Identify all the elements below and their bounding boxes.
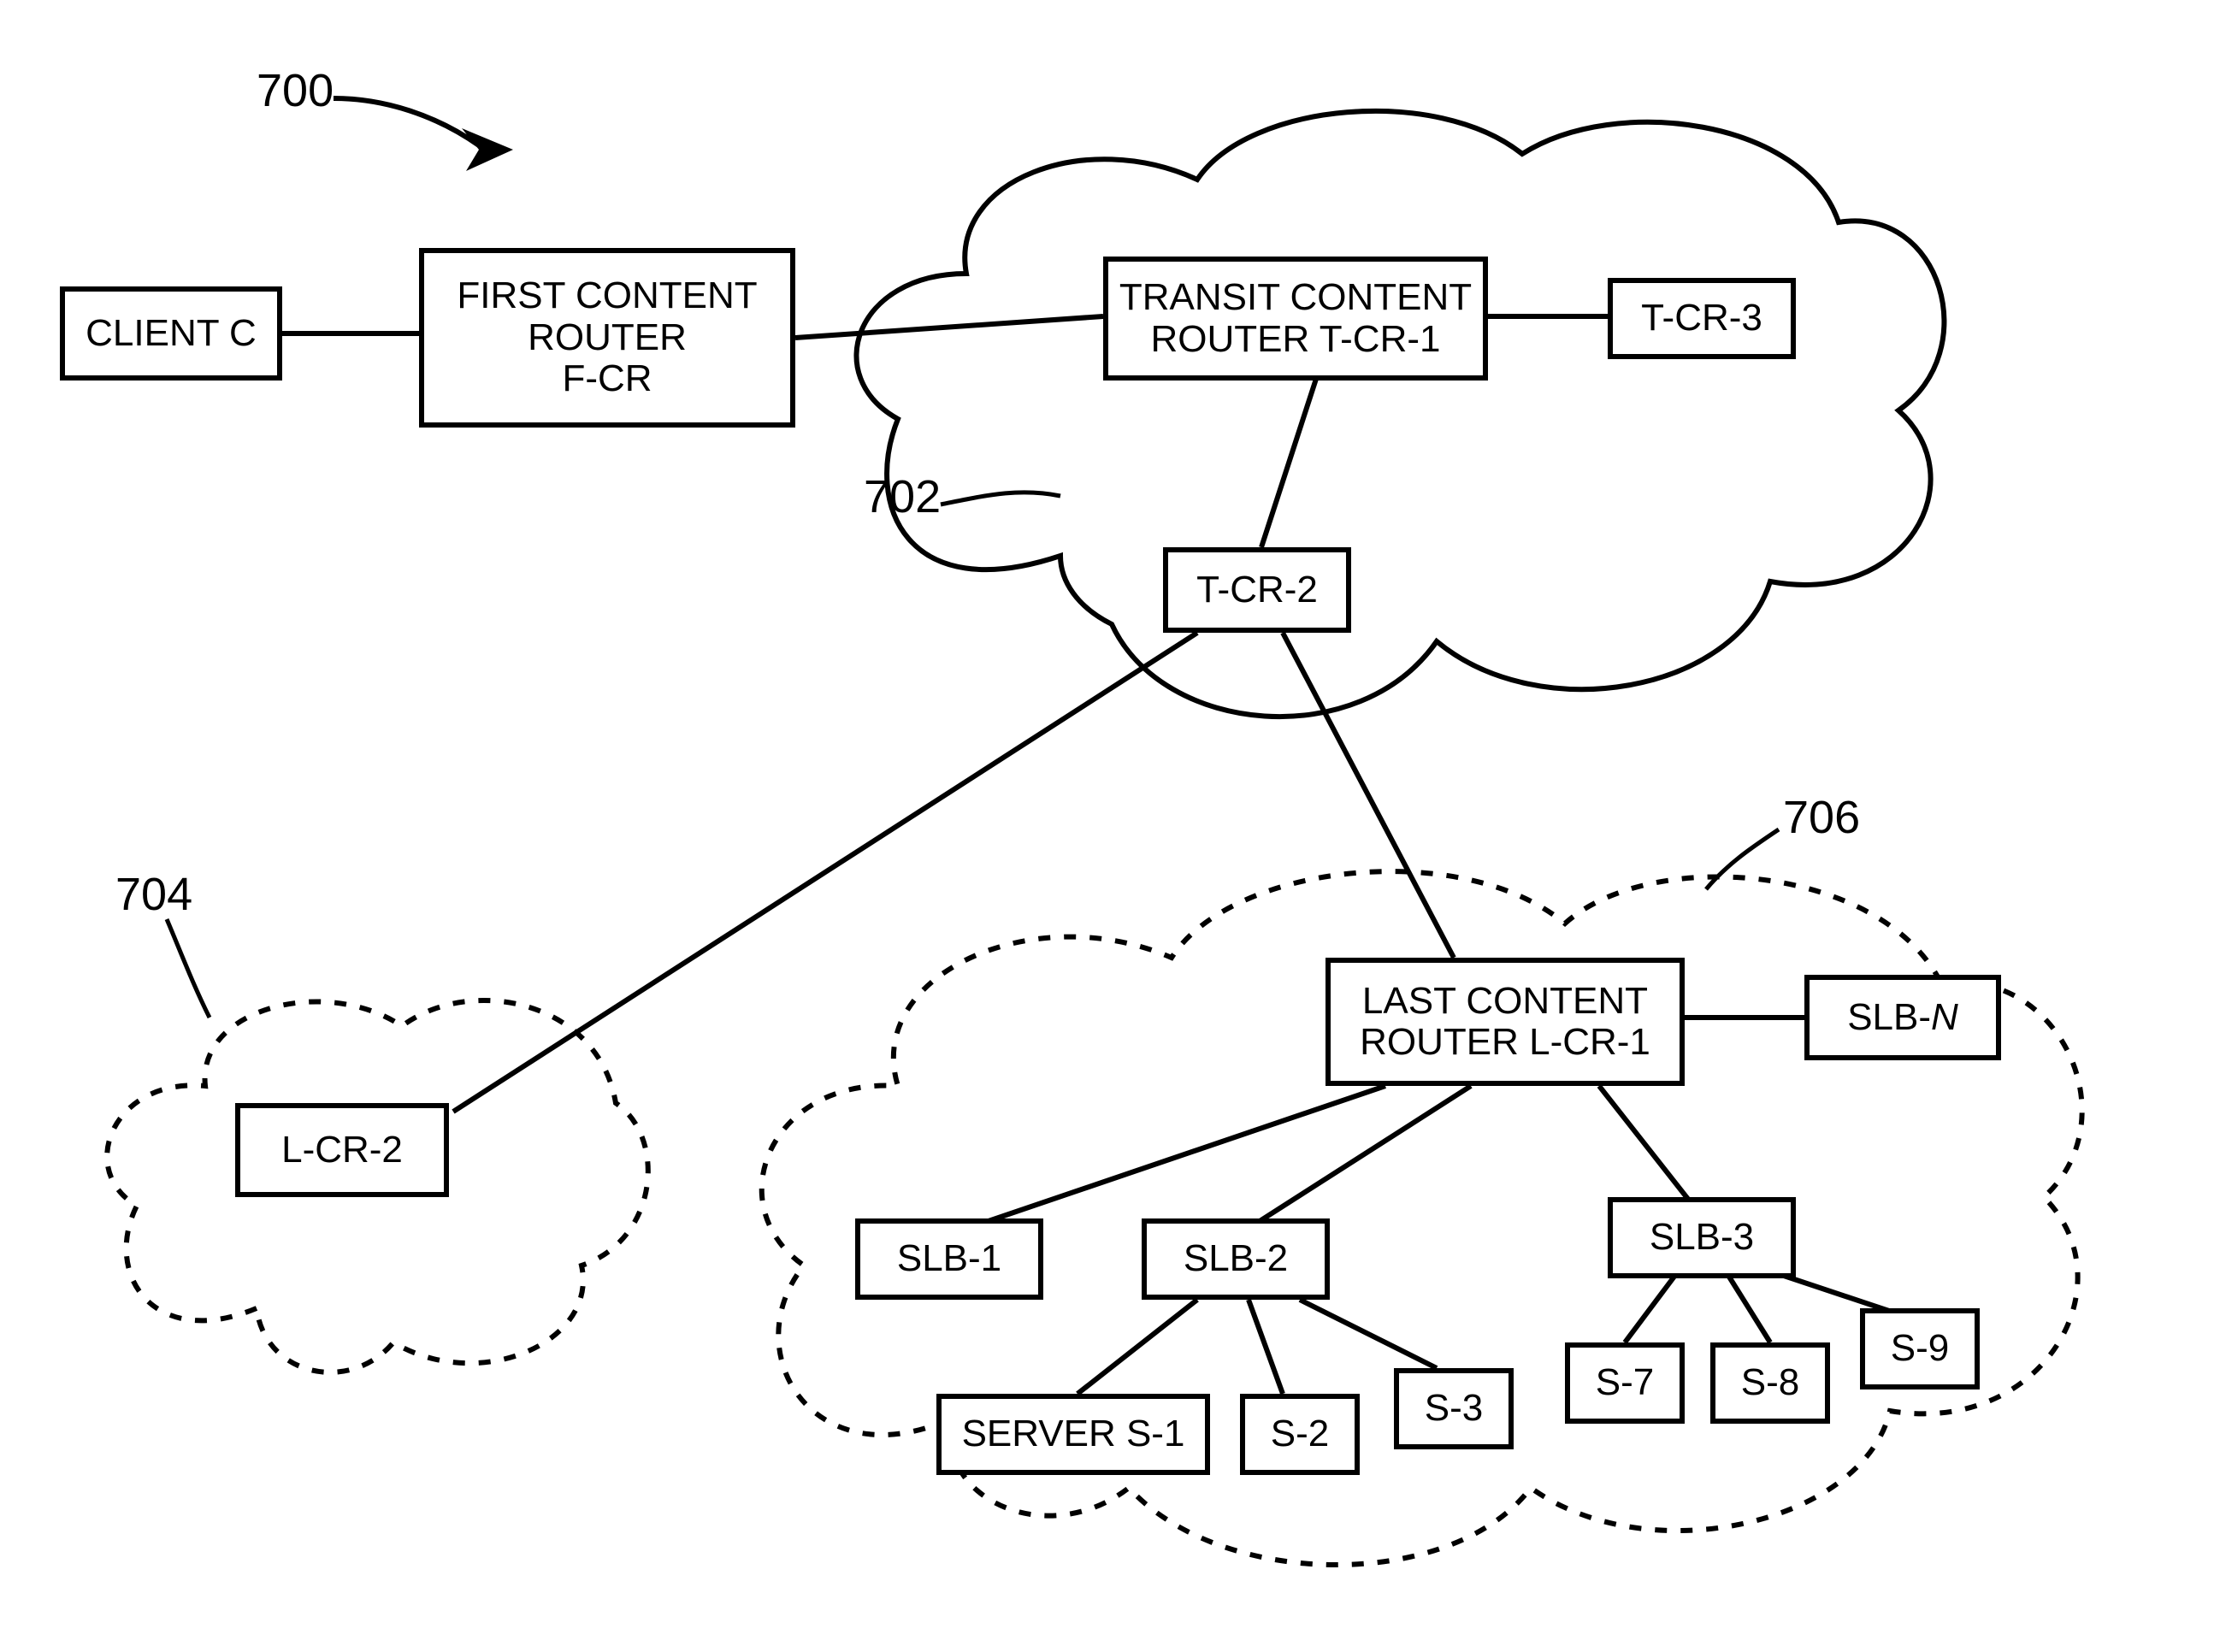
node-label: CLIENT C (86, 313, 257, 354)
node-t-cr-2: T-CR-2 (1163, 547, 1351, 633)
node-label: S-2 (1271, 1413, 1329, 1454)
node-label: SLB-NSLB-N (1847, 997, 1958, 1038)
node-label: L-CR-2 (281, 1130, 403, 1171)
node-client-c: CLIENT C (60, 286, 282, 381)
network-cloud-702 (804, 77, 1975, 770)
node-slb-3: SLB-3 (1608, 1197, 1796, 1278)
node-server-s-1: SERVER S-1 (936, 1394, 1210, 1475)
node-label: S-8 (1741, 1362, 1799, 1403)
ref-label-702: 702 (864, 470, 941, 523)
node-label: T-CR-3 (1641, 298, 1762, 339)
node-label: SLB-3 (1650, 1217, 1754, 1258)
node-slb-1: SLB-1 (855, 1218, 1043, 1300)
ref-label-706: 706 (1783, 791, 1860, 844)
node-t-cr-3: T-CR-3 (1608, 278, 1796, 359)
ref-700-arrowhead (462, 128, 513, 171)
node-label: TRANSIT CONTENT ROUTER T-CR-1 (1119, 277, 1472, 360)
node-s-2: S-2 (1240, 1394, 1360, 1475)
node-slb-n: SLB-NSLB-N (1804, 975, 2001, 1060)
node-label: SLB-2 (1184, 1238, 1288, 1279)
node-label: SERVER S-1 (962, 1413, 1185, 1454)
node-label: LAST CONTENT ROUTER L-CR-1 (1360, 981, 1650, 1064)
node-s-3: S-3 (1394, 1368, 1514, 1449)
node-label: S-7 (1596, 1362, 1654, 1403)
node-slb-2: SLB-2 (1142, 1218, 1330, 1300)
node-label: SLB-1 (897, 1238, 1001, 1279)
node-label: FIRST CONTENT ROUTER F-CR (457, 275, 757, 399)
node-last-content-router-1: LAST CONTENT ROUTER L-CR-1 (1326, 958, 1685, 1086)
site-cloud-706 (710, 804, 2129, 1599)
node-s-8: S-8 (1710, 1342, 1830, 1424)
node-l-cr-2: L-CR-2 (235, 1103, 449, 1197)
ref-label-700: 700 (257, 64, 334, 117)
node-label: S-9 (1891, 1328, 1949, 1369)
node-s-7: S-7 (1565, 1342, 1685, 1424)
node-s-9: S-9 (1860, 1308, 1980, 1389)
node-label: T-CR-2 (1196, 569, 1318, 611)
node-transit-content-router-1: TRANSIT CONTENT ROUTER T-CR-1 (1103, 257, 1488, 381)
node-label: S-3 (1425, 1388, 1483, 1429)
ref-label-704: 704 (115, 868, 192, 921)
node-first-content-router: FIRST CONTENT ROUTER F-CR (419, 248, 795, 428)
